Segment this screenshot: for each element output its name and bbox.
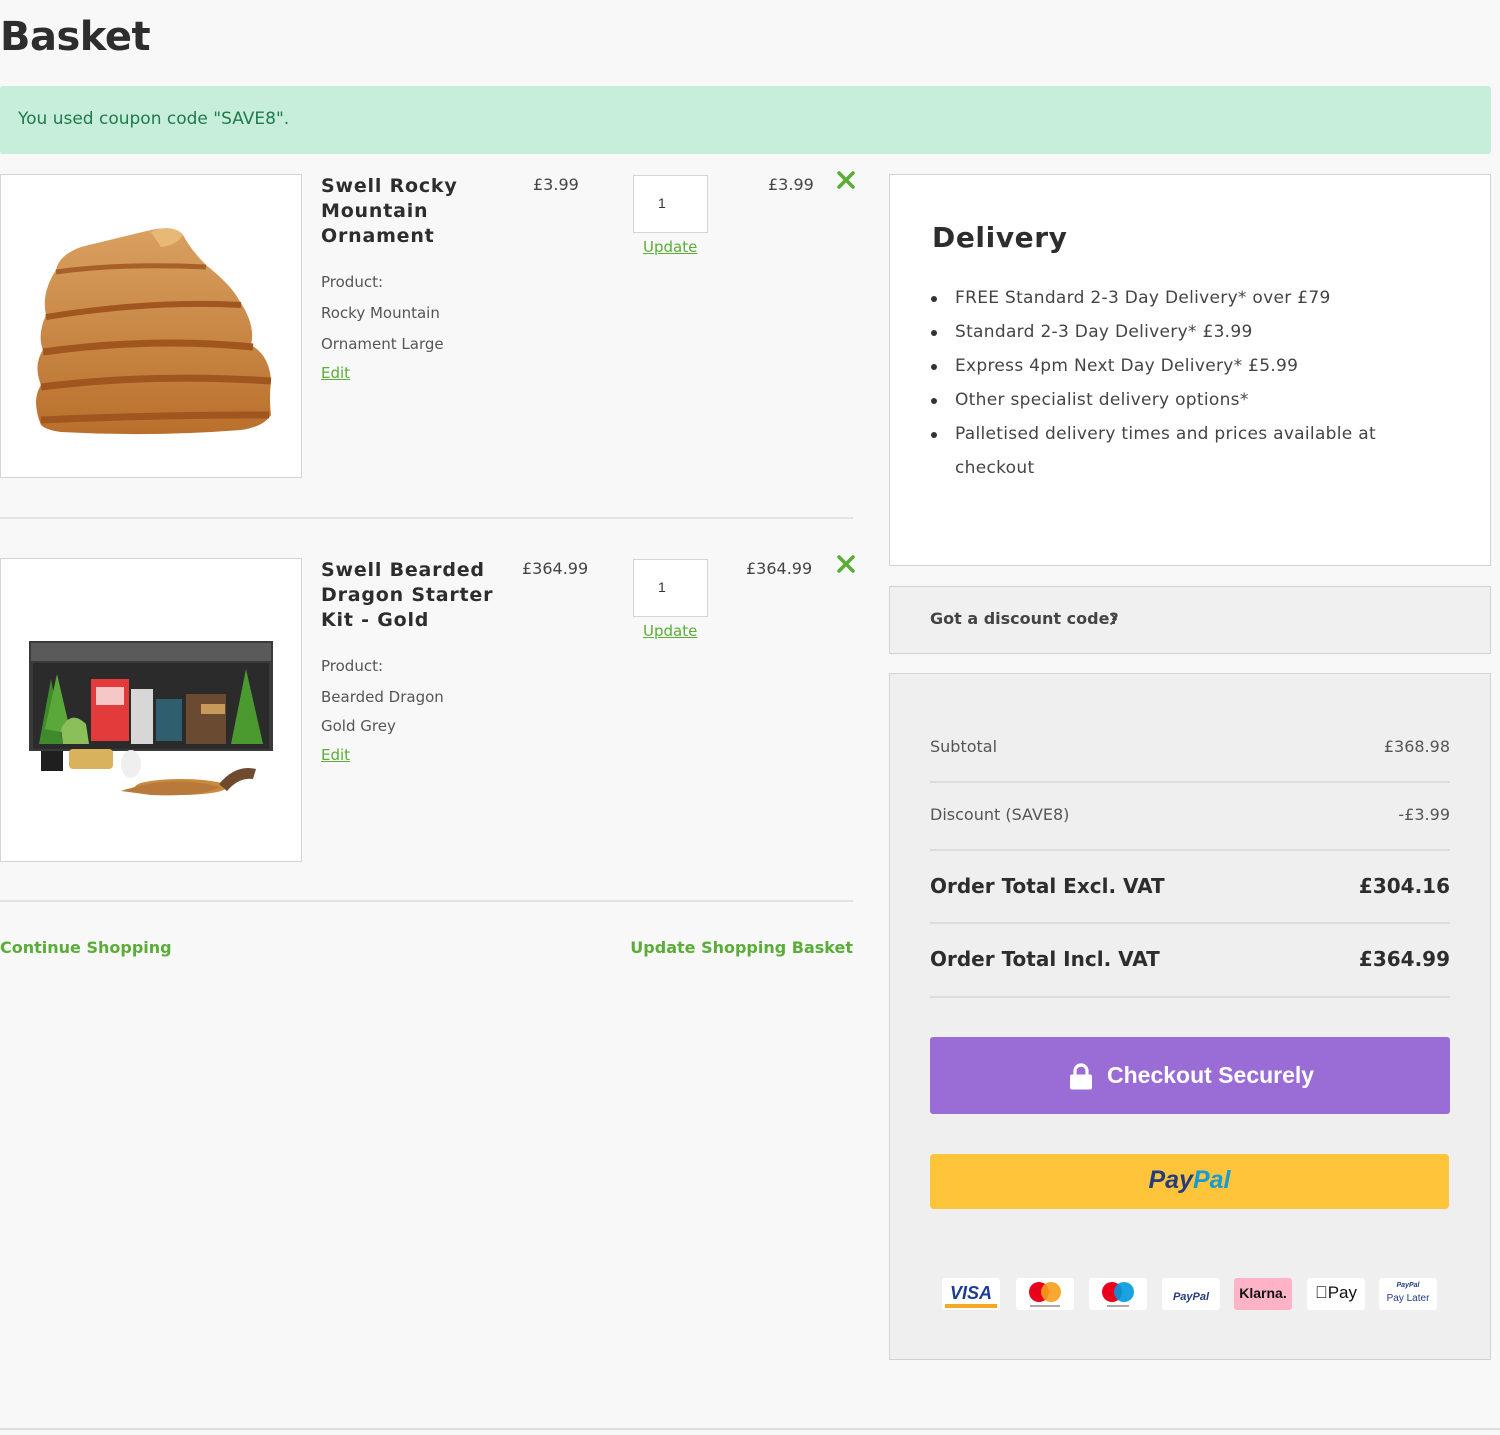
mastercard-icon bbox=[1016, 1278, 1074, 1310]
delivery-info-panel: Delivery FREE Standard 2-3 Day Delivery*… bbox=[889, 174, 1491, 566]
maestro-icon bbox=[1089, 1278, 1147, 1310]
order-summary-panel: Subtotal £368.98 Discount (SAVE8) -£3.99… bbox=[889, 673, 1491, 1360]
summary-divider bbox=[930, 922, 1450, 924]
product-image-bearded-dragon-kit[interactable] bbox=[0, 558, 302, 862]
delivery-option: FREE Standard 2-3 Day Delivery* over £79 bbox=[931, 281, 1424, 315]
update-basket-link[interactable]: Update Shopping Basket bbox=[630, 938, 853, 957]
coupon-message-text: You used coupon code "SAVE8". bbox=[18, 109, 290, 129]
remove-item-icon[interactable] bbox=[836, 170, 856, 190]
edit-link[interactable]: Edit bbox=[321, 746, 350, 764]
delivery-title: Delivery bbox=[932, 221, 1068, 254]
delivery-options-list: FREE Standard 2-3 Day Delivery* over £79… bbox=[931, 281, 1424, 485]
visa-icon: VISA bbox=[942, 1278, 1000, 1310]
checkout-securely-button[interactable]: Checkout Securely bbox=[930, 1037, 1450, 1114]
paypal-icon: PayPal bbox=[1162, 1278, 1220, 1310]
summary-divider bbox=[930, 781, 1450, 783]
delivery-option: Palletised delivery times and prices ava… bbox=[931, 417, 1424, 485]
product-option-label: Product: bbox=[321, 657, 384, 675]
quantity-input[interactable]: 1 bbox=[633, 559, 708, 617]
unit-price: £364.99 bbox=[522, 559, 589, 578]
basket-item: Swell Rocky Mountain Ornament Product: R… bbox=[0, 171, 855, 504]
page-title: Basket bbox=[0, 14, 151, 60]
product-image-rocky-mountain[interactable] bbox=[0, 174, 302, 478]
summary-divider bbox=[930, 849, 1450, 851]
subtotal-value: £368.98 bbox=[1383, 737, 1450, 756]
product-name[interactable]: Swell Rocky Mountain Ornament bbox=[321, 174, 511, 249]
apple-pay-icon: Pay bbox=[1307, 1278, 1365, 1310]
item-divider bbox=[0, 517, 853, 519]
coupon-success-message: You used coupon code "SAVE8". bbox=[0, 86, 1491, 154]
footer-divider bbox=[0, 1428, 1500, 1430]
delivery-option: Standard 2-3 Day Delivery* £3.99 bbox=[931, 315, 1424, 349]
remove-item-icon[interactable] bbox=[836, 554, 856, 574]
chevron-right-icon bbox=[1109, 612, 1118, 626]
discount-code-label: Got a discount code? bbox=[930, 609, 1119, 628]
update-quantity-link[interactable]: Update bbox=[643, 238, 697, 256]
delivery-option: Express 4pm Next Day Delivery* £5.99 bbox=[931, 349, 1424, 383]
summary-divider bbox=[930, 996, 1450, 998]
unit-price: £3.99 bbox=[533, 175, 579, 194]
item-divider bbox=[0, 900, 853, 902]
product-option-value: Rocky Mountain bbox=[321, 304, 440, 322]
paypal-logo: PayPal bbox=[1148, 1166, 1231, 1194]
subtotal-label: Subtotal bbox=[930, 737, 998, 756]
total-incl-vat-value: £364.99 bbox=[1358, 947, 1450, 971]
total-incl-vat-label: Order Total Incl. VAT bbox=[930, 947, 1160, 971]
lock-icon bbox=[1070, 1063, 1092, 1090]
checkout-button-label: Checkout Securely bbox=[1107, 1062, 1315, 1088]
edit-link[interactable]: Edit bbox=[321, 364, 350, 382]
discount-value: -£3.99 bbox=[1398, 805, 1450, 824]
paypal-button[interactable]: PayPal bbox=[930, 1154, 1449, 1209]
continue-shopping-link[interactable]: Continue Shopping bbox=[0, 938, 172, 957]
paypal-pay-later-icon: PayPal Pay Later bbox=[1379, 1278, 1437, 1310]
delivery-option: Other specialist delivery options* bbox=[931, 383, 1424, 417]
total-excl-vat-label: Order Total Excl. VAT bbox=[930, 874, 1165, 898]
product-option-label: Product: bbox=[321, 273, 384, 291]
product-name[interactable]: Swell Bearded Dragon Starter Kit - Gold bbox=[321, 558, 511, 633]
product-option-value: Bearded Dragon bbox=[321, 688, 444, 706]
basket-item: Swell Bearded Dragon Starter Kit - Gold … bbox=[0, 555, 855, 888]
product-option-value: Ornament Large bbox=[321, 335, 444, 353]
total-excl-vat-value: £304.16 bbox=[1358, 874, 1450, 898]
discount-label: Discount (SAVE8) bbox=[930, 805, 1070, 824]
klarna-icon: Klarna. bbox=[1234, 1278, 1292, 1310]
quantity-input[interactable]: 1 bbox=[633, 175, 708, 233]
product-option-value: Gold Grey bbox=[321, 717, 396, 735]
line-total: £364.99 bbox=[746, 559, 813, 578]
update-quantity-link[interactable]: Update bbox=[643, 622, 697, 640]
line-total: £3.99 bbox=[768, 175, 814, 194]
discount-code-toggle[interactable]: Got a discount code? bbox=[889, 586, 1491, 654]
